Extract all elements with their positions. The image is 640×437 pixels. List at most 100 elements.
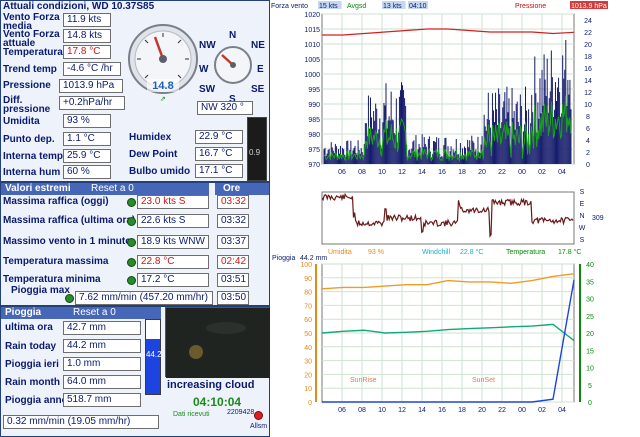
legend-label: Windchill bbox=[422, 249, 450, 256]
extremes-panel: Valori estremi Reset a 0 Ore Massima raf… bbox=[0, 182, 270, 306]
wind-now-label: Vento Forza attuale bbox=[3, 29, 60, 49]
dewpoint2-value: 16.7 °C bbox=[195, 147, 243, 161]
rain-rate-value: 0.32 mm/min (19.05 mm/hr) bbox=[3, 415, 159, 429]
extreme-row-label: Temperatura minima bbox=[3, 274, 101, 285]
status-dot bbox=[127, 258, 136, 267]
extreme-row-label: Massima raffica (oggi) bbox=[3, 196, 109, 207]
y2-tick-label: 15 bbox=[586, 348, 594, 355]
humidex-label: Humidex bbox=[129, 132, 172, 143]
y2-tick-label: 10 bbox=[586, 366, 594, 373]
compass-n: N bbox=[229, 30, 237, 41]
rain-month-label: Rain month bbox=[5, 377, 60, 388]
extremes-time-header: Ore bbox=[223, 183, 241, 194]
x-tick-label: 20 bbox=[478, 169, 486, 176]
rain-year-label: Pioggia anno bbox=[5, 395, 68, 406]
rain-last-hour-value: 42.7 mm bbox=[63, 321, 141, 335]
direction-axis-label: S bbox=[580, 237, 585, 244]
y2-tick-label: 8 bbox=[586, 114, 590, 121]
indoor-humidity-label: Interna hum bbox=[3, 167, 61, 178]
y2-tick-label: 16 bbox=[584, 66, 592, 73]
wind-speed-gauge: 14.8 ⇗ bbox=[128, 24, 198, 103]
rain-panel: Pioggia Reset a 0 ultima ora 42.7 mm Rai… bbox=[0, 306, 270, 437]
x-tick-label: 18 bbox=[458, 407, 466, 414]
wind-direction-value: NW 320 ° bbox=[197, 101, 253, 115]
extreme-row-label: Pioggia max bbox=[11, 285, 70, 296]
legend-label: Avgsd bbox=[347, 3, 366, 10]
rain-today-label: Rain today bbox=[5, 341, 57, 352]
rain-month-value: 64.0 mm bbox=[63, 375, 141, 389]
legend-label: 15 kts bbox=[319, 3, 338, 10]
x-tick-label: 16 bbox=[438, 407, 446, 414]
x-tick-label: 04 bbox=[558, 407, 566, 414]
indoor-temp-label: Interna temp. bbox=[3, 151, 66, 162]
direction-axis-label: N bbox=[579, 213, 584, 220]
legend-label: 22.8 °C bbox=[460, 248, 483, 256]
rain-today-value: 44.2 mm bbox=[63, 339, 141, 353]
y2-tick-label: 24 bbox=[584, 18, 592, 25]
rain-reset[interactable]: Reset a 0 bbox=[73, 307, 116, 318]
x-tick-label: 08 bbox=[358, 169, 366, 176]
extremes-reset[interactable]: Reset a 0 bbox=[91, 183, 134, 194]
alarm-icon[interactable] bbox=[254, 411, 263, 420]
y-tick-label: 20 bbox=[304, 372, 312, 379]
y2-tick-label: 10 bbox=[584, 102, 592, 109]
pressure-label: Pressione bbox=[3, 80, 51, 91]
gauge-value-text: 14.8 bbox=[152, 80, 173, 92]
status-dot bbox=[127, 198, 136, 207]
y-tick-label: 70 bbox=[304, 303, 312, 310]
rain-header: Pioggia bbox=[5, 307, 42, 318]
y2-tick-label: 20 bbox=[584, 42, 592, 49]
y-tick-label: 970 bbox=[308, 162, 320, 169]
alarm-label: Allsm bbox=[250, 423, 268, 430]
x-tick-label: 14 bbox=[418, 407, 426, 414]
x-tick-label: 14 bbox=[418, 169, 426, 176]
y-tick-label: 60 bbox=[304, 317, 312, 324]
extreme-row-value: 22.8 °C bbox=[137, 255, 209, 269]
forecast-text: increasing cloud bbox=[167, 379, 255, 391]
x-tick-label: 10 bbox=[378, 169, 386, 176]
direction-axis-label: E bbox=[580, 201, 585, 208]
y-tick-label: 40 bbox=[304, 345, 312, 352]
y-tick-label: 1005 bbox=[304, 57, 320, 64]
y2-tick-label: 2 bbox=[586, 150, 590, 157]
compass-e: E bbox=[257, 64, 264, 75]
charts-panel: 06 08 10 12 14 16 18 20 22 00 02 04 970 975 980 985 990 9… bbox=[270, 0, 640, 437]
rain-yesterday-value: 1.0 mm bbox=[63, 357, 141, 371]
current-conditions-panel: Attuali condizioni, WD 10.37S85 Vento Fo… bbox=[0, 0, 270, 182]
small-meter-value: 0.9 bbox=[249, 148, 261, 157]
wind-avg-value: 11.9 kts bbox=[63, 13, 111, 27]
indoor-humidity-value: 60 % bbox=[63, 165, 111, 179]
y2-tick-label: 22 bbox=[584, 30, 592, 37]
legend-label: Pioggia bbox=[272, 255, 295, 262]
extreme-row-time: 03:32 bbox=[217, 195, 249, 209]
extreme-row-value: 17.2 °C bbox=[137, 273, 209, 287]
extreme-row-label: Massima raffica (ultima ora) bbox=[3, 215, 136, 226]
wind-direction-dial bbox=[214, 46, 252, 84]
extreme-row-value: 7.62 mm/min (457.20 mm/hr) bbox=[75, 291, 213, 305]
y2-tick-label: 30 bbox=[586, 297, 594, 304]
x-tick-label: 12 bbox=[398, 169, 406, 176]
y-tick-label: 50 bbox=[304, 331, 312, 338]
legend-label: Forza vento bbox=[271, 3, 308, 10]
extreme-row-time: 03:51 bbox=[217, 273, 249, 287]
x-tick-label: 18 bbox=[458, 169, 466, 176]
pressure-value: 1013.9 hPa bbox=[59, 79, 123, 93]
legend-label: 44.2 mm bbox=[300, 255, 327, 262]
compass-sw: SW bbox=[199, 84, 216, 95]
x-tick-label: 02 bbox=[538, 407, 546, 414]
y2-tick-label: 14 bbox=[584, 78, 592, 85]
y2-tick-label: 12 bbox=[584, 90, 592, 97]
temperature-value: 17.8 °C bbox=[63, 45, 111, 59]
x-tick-label: 22 bbox=[498, 169, 506, 176]
y2-tick-label: 25 bbox=[586, 314, 594, 321]
rain-gauge: 44.2 bbox=[145, 319, 162, 395]
extreme-row-time: 03:50 bbox=[217, 291, 249, 305]
extremes-header: Valori estremi bbox=[5, 183, 71, 194]
y2-tick-label: 0 bbox=[586, 162, 590, 169]
y-tick-label: 100 bbox=[300, 262, 312, 269]
y-tick-label: 1015 bbox=[304, 27, 320, 34]
received-label: Dati ricevuti bbox=[173, 411, 210, 418]
y-tick-label: 10 bbox=[304, 386, 312, 393]
humidity-value: 93 % bbox=[63, 114, 111, 128]
y-tick-label: 975 bbox=[308, 147, 320, 154]
